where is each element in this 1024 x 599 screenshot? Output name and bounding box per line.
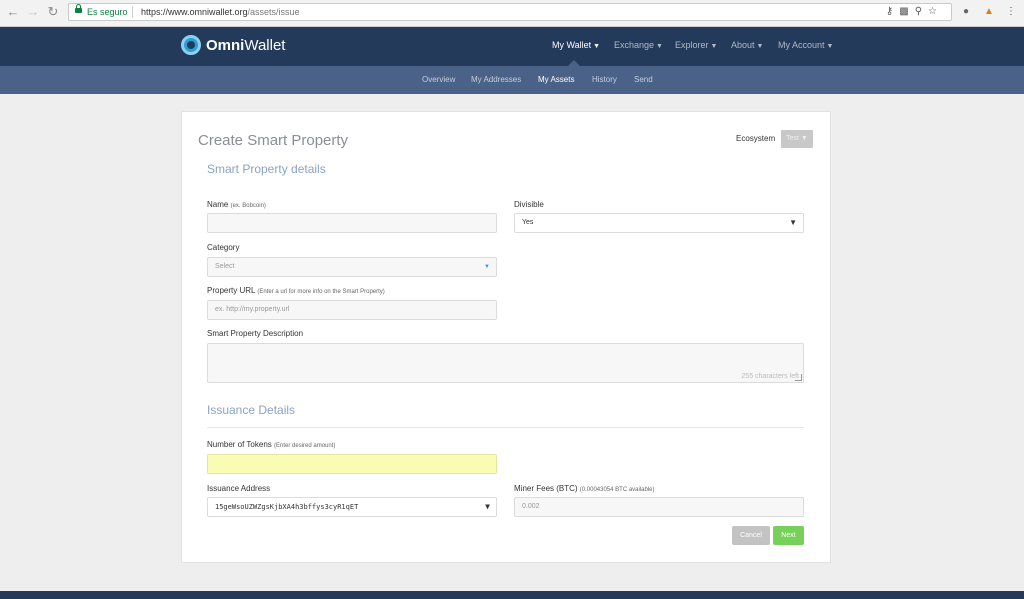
secure-label: Es seguro (87, 7, 128, 17)
next-button[interactable]: Next (773, 526, 804, 545)
tokens-label-text: Number of Tokens (207, 440, 272, 449)
issuance-address-label: Issuance Address (207, 484, 271, 493)
nav-explorer[interactable]: Explorer ▼ (675, 40, 717, 50)
property-url-placeholder: ex. http://my.property.url (215, 306, 290, 313)
lock-icon (75, 4, 82, 13)
cancel-button[interactable]: Cancel (732, 526, 770, 545)
subnav-overview[interactable]: Overview (422, 75, 455, 84)
nav-my-account[interactable]: My Account ▼ (778, 40, 833, 50)
nav-exchange-label: Exchange (614, 40, 655, 50)
issuance-address-select[interactable]: 15geWsoUZWZgsKjbXA4h3bffys3cyR1qET ▼ (207, 497, 497, 517)
details-heading: Smart Property details (207, 162, 326, 176)
chevron-down-icon: ▼ (800, 135, 808, 142)
resize-handle-icon[interactable] (795, 374, 802, 381)
omnibox-icons: ⚷▩⚲☆ (886, 6, 943, 17)
tokens-input[interactable] (207, 454, 497, 474)
translate-icon[interactable]: ▩ (899, 6, 914, 17)
name-label-text: Name (207, 200, 229, 209)
chars-left-counter: 255 characters left (741, 373, 799, 380)
dropdown-arrow-icon: ▼ (484, 264, 490, 270)
chevron-down-icon: ▼ (756, 43, 764, 50)
name-hint: (ex. Bobcoin) (230, 203, 266, 209)
category-label: Category (207, 243, 240, 252)
miner-fees-label-text: Miner Fees (BTC) (514, 484, 578, 493)
url-host: https://www.omniwallet.org (141, 7, 248, 17)
issuance-heading: Issuance Details (207, 403, 296, 417)
property-url-label-text: Property URL (207, 286, 256, 295)
forward-arrow-icon[interactable]: → (26, 5, 40, 19)
tokens-label: Number of Tokens (Enter desired amount) (207, 440, 335, 449)
chevron-down-icon: ▼ (593, 43, 601, 50)
miner-fees-label: Miner Fees (BTC) (0.00043054 BTC availab… (514, 484, 655, 493)
nav-my-wallet[interactable]: My Wallet ▼ (552, 40, 600, 50)
nav-exchange[interactable]: Exchange ▼ (614, 40, 663, 50)
miner-fees-input[interactable]: 0.002 (514, 497, 804, 517)
omniwallet-logo-icon[interactable] (181, 35, 201, 55)
brand-name-bold: Omni (206, 37, 245, 54)
site-header: OmniWallet My Wallet ▼ Exchange ▼ Explorer… (0, 27, 1024, 66)
back-arrow-icon[interactable]: ← (6, 5, 20, 19)
property-url-hint: (Enter a url for more info on the Smart … (257, 289, 385, 295)
category-value: Select (215, 263, 235, 270)
issuance-address-value: 15geWsoUZWZgsKjbXA4h3bffys3cyR1qET (215, 503, 359, 511)
chevron-down-icon: ▼ (826, 43, 834, 50)
nav-explorer-label: Explorer (675, 40, 709, 50)
address-bar[interactable]: Es seguro https://www.omniwallet.org/ass… (68, 3, 952, 21)
ecosystem-dropdown[interactable]: Test ▼ (781, 130, 813, 148)
property-url-input[interactable]: ex. http://my.property.url (207, 300, 497, 320)
brand-name[interactable]: OmniWallet (206, 37, 285, 54)
browser-toolbar: ← → ↻ Es seguro https://www.omniwallet.o… (0, 0, 1024, 27)
sub-navigation: Overview My Addresses My Assets History … (0, 66, 1024, 94)
dropdown-arrow-icon: ▼ (789, 218, 797, 227)
url-separator (132, 6, 133, 18)
tokens-hint: (Enter desired amount) (274, 443, 336, 449)
nav-about[interactable]: About ▼ (731, 40, 763, 50)
miner-fees-value: 0.002 (522, 503, 540, 510)
subnav-history[interactable]: History (592, 75, 617, 84)
page-footer (0, 591, 1024, 599)
dropdown-arrow-icon: ▼ (485, 502, 490, 511)
url-text[interactable]: https://www.omniwallet.org/assets/issue (141, 7, 300, 17)
subnav-my-assets[interactable]: My Assets (538, 75, 574, 84)
nav-about-label: About (731, 40, 755, 50)
chevron-down-icon: ▼ (656, 43, 663, 50)
miner-fees-hint: (0.00043054 BTC available) (579, 487, 655, 493)
page-title: Create Smart Property (198, 132, 349, 149)
brand-name-rest: Wallet (244, 37, 286, 54)
reload-icon[interactable]: ↻ (46, 5, 60, 19)
ecosystem-label: Ecosystem (736, 134, 776, 143)
extension-fox-icon[interactable]: ▲ (983, 6, 995, 18)
category-select[interactable]: Select ▼ (207, 257, 497, 277)
name-input[interactable] (207, 213, 497, 233)
description-label: Smart Property Description (207, 329, 304, 338)
nav-my-wallet-label: My Wallet (552, 40, 592, 50)
star-icon[interactable]: ☆ (928, 6, 943, 17)
menu-dots-icon[interactable]: ⋮ (1005, 6, 1017, 18)
divisible-value: Yes (522, 219, 534, 226)
nav-my-account-label: My Account (778, 40, 825, 50)
ecosystem-value: Test (786, 135, 799, 142)
divisible-select[interactable]: Yes ▼ (514, 213, 804, 233)
extension-icon[interactable]: ● (960, 6, 972, 18)
subnav-send[interactable]: Send (634, 75, 653, 84)
key-icon[interactable]: ⚷ (886, 6, 899, 17)
zoom-icon[interactable]: ⚲ (915, 6, 928, 17)
property-url-label: Property URL (Enter a url for more info … (207, 286, 385, 295)
url-path: /assets/issue (247, 7, 300, 17)
section-divider (207, 427, 804, 428)
name-label: Name (ex. Bobcoin) (207, 200, 266, 209)
subnav-my-addresses[interactable]: My Addresses (471, 75, 521, 84)
description-textarea[interactable]: 255 characters left (207, 343, 804, 383)
chevron-down-icon: ▼ (710, 43, 718, 50)
divisible-label: Divisible (514, 200, 544, 209)
